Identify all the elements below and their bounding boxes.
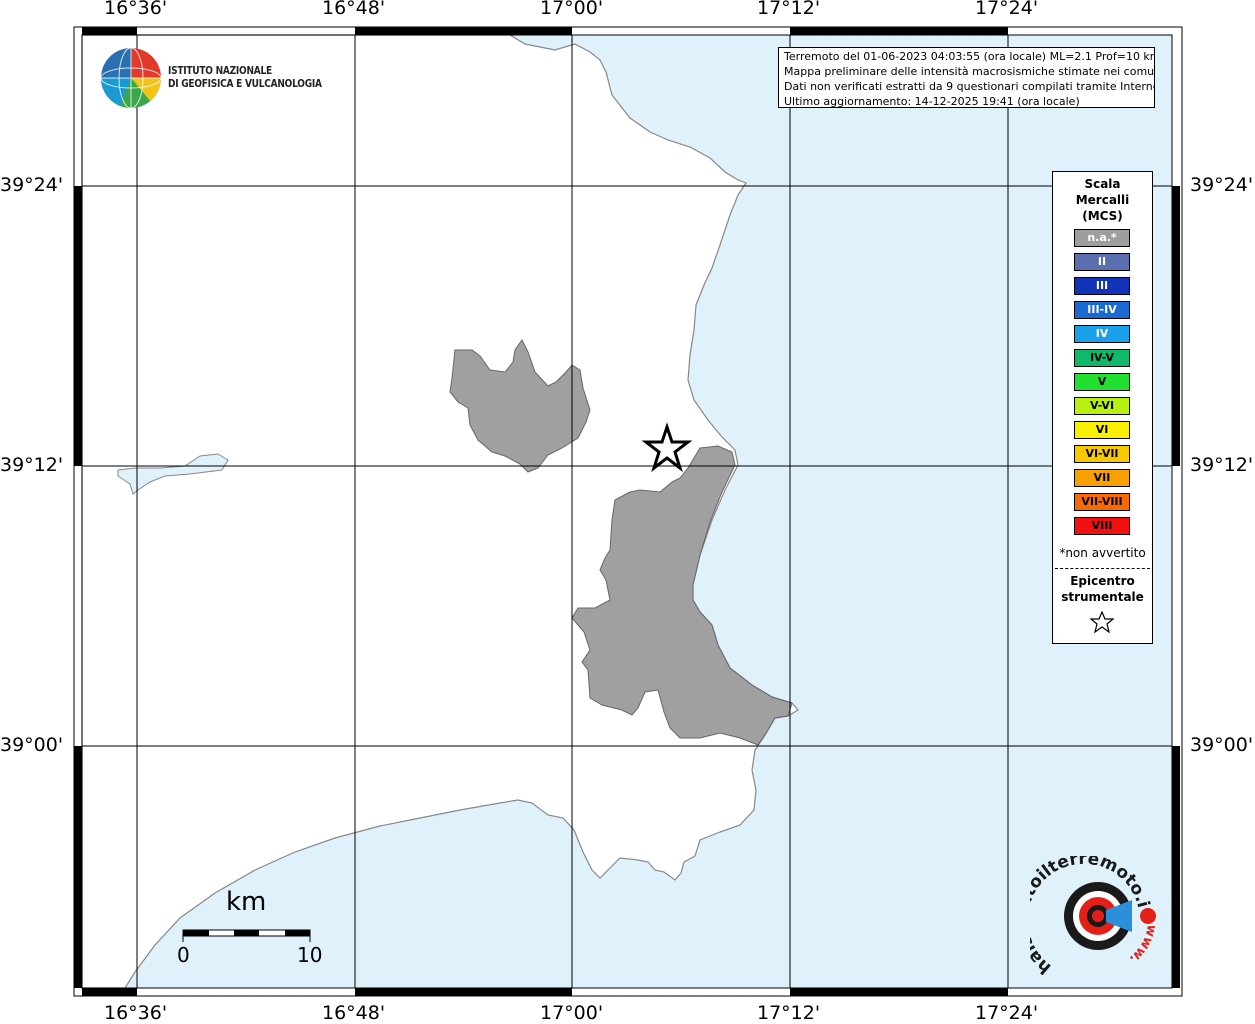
scale-bar-start: 0: [177, 943, 190, 967]
event-info-line1: Terremoto del 01-06-2023 04:03:55 (ora l…: [784, 50, 1155, 63]
lat-tick-left-2: 39°12': [0, 454, 64, 476]
lon-tick-top-1: 16°36': [104, 0, 168, 19]
ingv-logo-line2: DI GEOFISICA E VULCANOLOGIA: [168, 77, 322, 90]
legend-swatch-iv: IV: [1074, 325, 1130, 343]
lon-tick-bottom-1: 16°36': [104, 1002, 168, 1024]
scale-bar-unit: km: [226, 887, 267, 917]
ingv-logo-icon: [100, 47, 162, 109]
event-info-box: Terremoto del 01-06-2023 04:03:55 (ora l…: [778, 47, 1155, 108]
legend-swatch-vii: VII: [1074, 469, 1130, 487]
legend-title-line3: (MCS): [1082, 209, 1123, 223]
legend-swatch-iv-v: IV-V: [1074, 349, 1130, 367]
event-info-line2: Mappa preliminare delle intensità macros…: [784, 65, 1155, 78]
legend-swatch-viii: VIII: [1074, 517, 1130, 535]
legend-star-icon: [1090, 611, 1114, 633]
event-info-line3: Dati non verificati estratti da 9 questi…: [784, 80, 1155, 93]
lon-tick-top-3: 17°00': [540, 0, 604, 19]
lon-tick-bottom-3: 17°00': [540, 1002, 604, 1024]
legend-epicenter-label: Epicentro strumentale: [1053, 573, 1152, 605]
hsi-question-icon: [1140, 908, 1156, 924]
legend-epicenter-line2: strumentale: [1061, 590, 1144, 604]
intensity-legend: Scala Mercalli (MCS) n.a.* II III III-IV IV I…: [1052, 171, 1153, 644]
legend-swatch-vii-viii: VII-VIII: [1074, 493, 1130, 511]
haisentito-logo: haisentitoilterremoto.it www.: [1030, 856, 1159, 978]
hsi-ring-dot: [1092, 910, 1104, 922]
lat-tick-right-2: 39°12': [1190, 454, 1254, 476]
scale-bar-end: 10: [297, 943, 323, 967]
legend-swatch-vi: VI: [1074, 421, 1130, 439]
legend-epicenter-line1: Epicentro: [1070, 574, 1135, 588]
lon-tick-bottom-2: 16°48': [322, 1002, 386, 1024]
lat-tick-right-1: 39°24': [1190, 174, 1254, 196]
ingv-logo-text: ISTITUTO NAZIONALE DI GEOFISICA E VULCAN…: [168, 64, 322, 90]
legend-swatch-n-a: n.a.*: [1074, 229, 1130, 247]
legend-swatch-iii-iv: III-IV: [1074, 301, 1130, 319]
event-info-line4: Ultimo aggiornamento: 14-12-2025 19:41 (…: [784, 95, 1080, 108]
legend-note: *non avvertito: [1059, 546, 1146, 560]
lon-tick-top-2: 16°48': [322, 0, 386, 19]
legend-swatch-ii: II: [1074, 253, 1130, 271]
legend-title-line2: Mercalli: [1075, 193, 1130, 207]
lon-tick-bottom-5: 17°24': [975, 1002, 1039, 1024]
legend-separator: [1055, 568, 1150, 569]
lon-tick-top-5: 17°24': [975, 0, 1039, 19]
legend-title: Scala Mercalli (MCS): [1053, 176, 1152, 224]
lon-tick-bottom-4: 17°12': [757, 1002, 821, 1024]
lon-tick-top-4: 17°12': [757, 0, 821, 19]
legend-swatch-v: V: [1074, 373, 1130, 391]
legend-title-line1: Scala: [1084, 177, 1121, 191]
lat-tick-right-3: 39°00': [1190, 734, 1254, 756]
lat-tick-left-1: 39°24': [0, 174, 64, 196]
legend-swatch-v-vi: V-VI: [1074, 397, 1130, 415]
lat-tick-left-3: 39°00': [0, 734, 64, 756]
legend-swatch-iii: III: [1074, 277, 1130, 295]
legend-swatch-vi-vii: VI-VII: [1074, 445, 1130, 463]
ingv-logo-line1: ISTITUTO NAZIONALE: [168, 64, 272, 77]
